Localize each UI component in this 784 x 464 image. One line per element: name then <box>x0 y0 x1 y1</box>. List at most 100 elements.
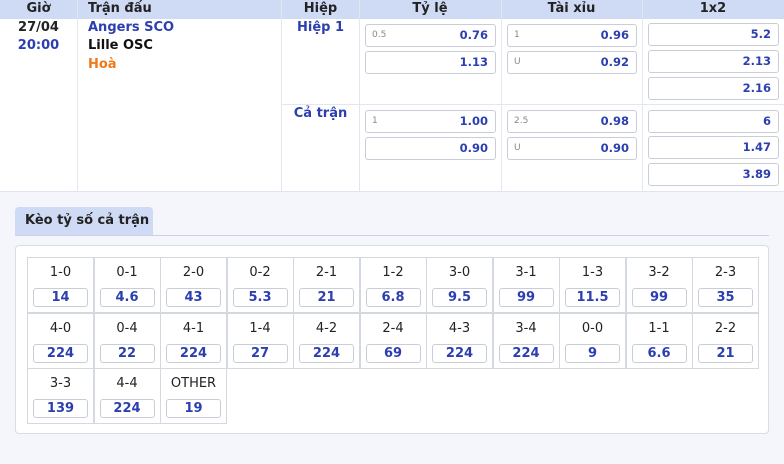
score-odds-button[interactable]: 27 <box>232 343 288 363</box>
score-odds-button[interactable]: 14 <box>33 288 88 307</box>
period-first-half: Hiệp 1 <box>296 20 345 35</box>
tab-underline <box>15 235 769 236</box>
under-label: U <box>514 57 521 67</box>
odds-value: 0.90 <box>459 141 488 155</box>
score-odds-button[interactable]: 4.6 <box>99 288 155 307</box>
score-odds-button[interactable]: 11.5 <box>565 288 620 307</box>
score-cell: 0-4 22 <box>93 312 161 369</box>
header-handicap: Tỷ lệ <box>412 1 448 16</box>
score-odds-button[interactable]: 224 <box>166 343 221 363</box>
score-odds-button[interactable]: 22 <box>99 343 155 363</box>
score-label: 3-1 <box>515 265 537 280</box>
score-odds-button[interactable]: 6.8 <box>365 288 421 307</box>
header-over-under: Tài xỉu <box>547 1 596 16</box>
score-cell: 2-2 21 <box>692 312 759 369</box>
total-line: 1 <box>514 30 520 40</box>
score-label: 0-1 <box>116 265 138 280</box>
score-odds-button[interactable]: 224 <box>498 343 554 363</box>
score-cell: 3-3 139 <box>27 368 94 424</box>
handicap-away-odds[interactable]: 1.13 <box>365 51 496 74</box>
score-cell: 3-0 9.5 <box>426 257 493 313</box>
score-label: 3-3 <box>49 376 72 391</box>
score-cell: 0-2 5.3 <box>226 257 294 313</box>
header-time: Giờ <box>26 1 51 16</box>
header-1x2: 1x2 <box>699 1 727 16</box>
score-odds-button[interactable]: 6.6 <box>631 343 687 363</box>
odds-value: 1.13 <box>459 55 488 69</box>
score-label: 4-2 <box>315 320 338 336</box>
table-header: Giờ Trận đấu Hiệp Tỷ lệ Tài xỉu 1x2 <box>0 0 784 19</box>
handicap-home-odds[interactable]: 0.5 0.76 <box>365 24 496 47</box>
score-label: 2-1 <box>315 265 338 280</box>
score-odds-button[interactable]: 99 <box>498 288 554 307</box>
handicap-line: 1 <box>372 116 378 126</box>
score-odds-button[interactable]: 139 <box>33 399 88 418</box>
score-odds-button[interactable]: 21 <box>299 288 354 307</box>
score-cell: 4-2 224 <box>293 312 360 369</box>
score-odds-button[interactable]: 35 <box>698 288 753 307</box>
odds-value: 1.47 <box>742 140 771 154</box>
handicap-home-odds[interactable]: 1 1.00 <box>365 110 496 133</box>
over-odds[interactable]: 1 0.96 <box>507 24 637 47</box>
score-cell: OTHER 19 <box>160 368 227 424</box>
score-cell: 4-1 224 <box>160 312 227 369</box>
draw-label: Hoà <box>88 57 117 72</box>
draw-odds[interactable]: 3.89 <box>648 163 779 186</box>
tab-correct-score[interactable]: Kèo tỷ số cả trận <box>15 207 153 236</box>
odds-value: 3.89 <box>742 167 771 181</box>
score-label: 1-4 <box>249 320 271 336</box>
odds-value: 5.2 <box>750 27 771 41</box>
score-odds-button[interactable]: 5.3 <box>232 288 288 307</box>
score-odds-button[interactable]: 43 <box>166 288 221 307</box>
score-odds-button[interactable]: 224 <box>299 343 354 363</box>
under-odds[interactable]: U 0.92 <box>507 51 637 74</box>
away-win-odds[interactable]: 1.47 <box>648 136 779 159</box>
odds-value: 0.76 <box>459 28 488 42</box>
period-full-time: Cả trận <box>293 106 348 121</box>
score-odds-button[interactable]: 224 <box>432 343 487 363</box>
score-odds-button[interactable]: 9.5 <box>432 288 487 307</box>
match-time: 20:00 <box>17 38 60 53</box>
score-label: 4-4 <box>116 376 138 391</box>
score-cell: 1-2 6.8 <box>359 257 427 313</box>
score-label: 0-0 <box>581 320 604 336</box>
match-date: 27/04 <box>18 20 59 35</box>
column-divider <box>359 0 360 192</box>
odds-value: 2.13 <box>742 54 771 68</box>
away-team[interactable]: Lille OSC <box>88 38 153 53</box>
score-cell: 4-4 224 <box>93 368 161 424</box>
home-win-odds[interactable]: 6 <box>648 110 779 133</box>
score-odds-button[interactable]: 224 <box>99 399 155 418</box>
under-odds[interactable]: U 0.90 <box>507 137 637 160</box>
score-odds-button[interactable]: 99 <box>631 288 687 307</box>
score-label: 4-0 <box>49 320 72 336</box>
score-label: 0-2 <box>249 265 271 280</box>
under-label: U <box>514 143 521 153</box>
score-odds-button[interactable]: 224 <box>33 343 88 363</box>
away-win-odds[interactable]: 2.13 <box>648 50 779 73</box>
score-label: 0-4 <box>116 320 138 336</box>
score-cell: 3-1 99 <box>492 257 560 313</box>
correct-score-panel: 1-0 14 0-1 4.6 2-0 43 0-2 5.3 2-1 21 1-2 6.8 3-0 9.5 3… <box>15 245 769 434</box>
score-label: 4-1 <box>182 320 205 336</box>
score-label: 2-4 <box>382 320 404 336</box>
score-odds-button[interactable]: 21 <box>698 343 753 363</box>
score-odds-button[interactable]: 19 <box>166 399 221 418</box>
home-team[interactable]: Angers SCO <box>88 20 174 35</box>
odds-value: 6 <box>762 114 771 128</box>
handicap-line: 0.5 <box>372 30 387 40</box>
score-label: 1-1 <box>648 320 670 336</box>
score-cell: 0-0 9 <box>559 312 626 369</box>
score-odds-button[interactable]: 9 <box>565 343 620 363</box>
over-odds[interactable]: 2.5 0.98 <box>507 110 637 133</box>
score-label: 2-3 <box>714 265 737 280</box>
score-cell: 4-3 224 <box>426 312 493 369</box>
handicap-away-odds[interactable]: 0.90 <box>365 137 496 160</box>
home-win-odds[interactable]: 5.2 <box>648 23 779 46</box>
odds-table: Giờ Trận đấu Hiệp Tỷ lệ Tài xỉu 1x2 27/0… <box>0 0 784 192</box>
score-label: 3-4 <box>515 320 537 336</box>
score-label: 1-0 <box>49 265 72 280</box>
score-cell: 0-1 4.6 <box>93 257 161 313</box>
score-odds-button[interactable]: 69 <box>365 343 421 363</box>
draw-odds[interactable]: 2.16 <box>648 77 779 100</box>
